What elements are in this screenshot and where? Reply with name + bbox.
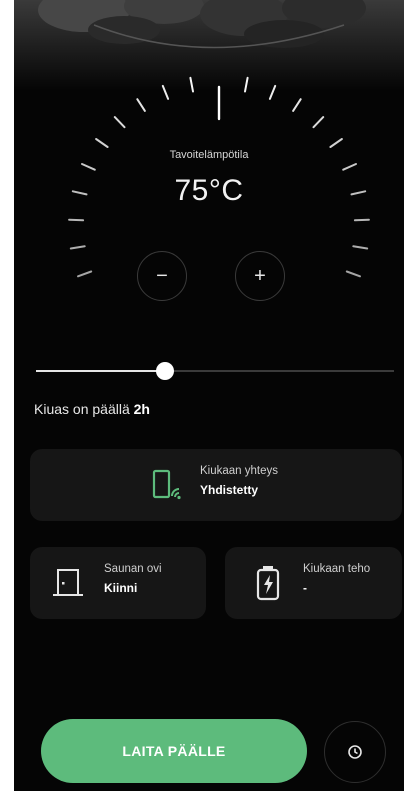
- dial-tick: [77, 270, 93, 278]
- dial-tick: [113, 116, 126, 129]
- dial-tick: [268, 84, 277, 100]
- dial-tick: [329, 138, 343, 148]
- duration-slider-thumb[interactable]: [155, 362, 174, 380]
- dial-tick: [345, 270, 361, 278]
- heater-duration: 2h: [133, 401, 150, 417]
- door-icon: [53, 569, 83, 596]
- door-title: Saunan ovi: [104, 563, 162, 575]
- dial-tick: [352, 245, 369, 250]
- target-temperature-label: Tavoitelämpötila: [169, 149, 249, 161]
- dial-tick: [68, 218, 85, 222]
- door-status: Kiinni: [104, 581, 138, 595]
- turn-on-label: LAITA PÄÄLLE: [122, 743, 226, 759]
- connection-status: Yhdistetty: [200, 483, 259, 497]
- dial-tick: [81, 163, 96, 171]
- dial-tick: [312, 116, 325, 129]
- dial-tick: [342, 163, 357, 171]
- turn-on-button[interactable]: LAITA PÄÄLLE: [41, 719, 307, 783]
- door-card[interactable]: Saunan ovi Kiinni: [30, 547, 206, 619]
- power-title: Kiukaan teho: [303, 563, 371, 575]
- heater-status-text: Kiuas on päällä: [34, 401, 134, 417]
- minus-icon: −: [156, 264, 168, 287]
- clock-icon: [348, 745, 362, 759]
- dial-tick: [189, 76, 194, 93]
- target-temperature-value: 75°C: [174, 174, 244, 207]
- dial-tick: [136, 98, 146, 112]
- heater-connection-icon: [152, 469, 181, 500]
- decrease-temperature-button[interactable]: −: [137, 251, 187, 301]
- timer-button[interactable]: [324, 721, 386, 783]
- dial-tick: [69, 245, 86, 250]
- dial-tick: [95, 138, 109, 148]
- plus-icon: +: [254, 264, 266, 287]
- power-card[interactable]: Kiukaan teho -: [225, 547, 402, 619]
- dial-tick: [244, 76, 249, 93]
- dial-tick: [292, 98, 302, 112]
- connection-title: Kiukaan yhteys: [200, 465, 278, 477]
- connection-card[interactable]: Kiukaan yhteys Yhdistetty: [30, 449, 402, 521]
- duration-slider[interactable]: [36, 362, 394, 380]
- duration-slider-fill: [36, 370, 165, 372]
- heater-power-icon: [256, 566, 280, 601]
- heater-status: Kiuas on päällä 2h: [34, 401, 150, 417]
- dial-tick: [353, 218, 370, 222]
- power-value: -: [303, 581, 307, 595]
- app-screen: Tavoitelämpötila 75°C − + Kiuas on pääll…: [14, 0, 404, 791]
- dial-tick: [161, 84, 170, 100]
- increase-temperature-button[interactable]: +: [235, 251, 285, 301]
